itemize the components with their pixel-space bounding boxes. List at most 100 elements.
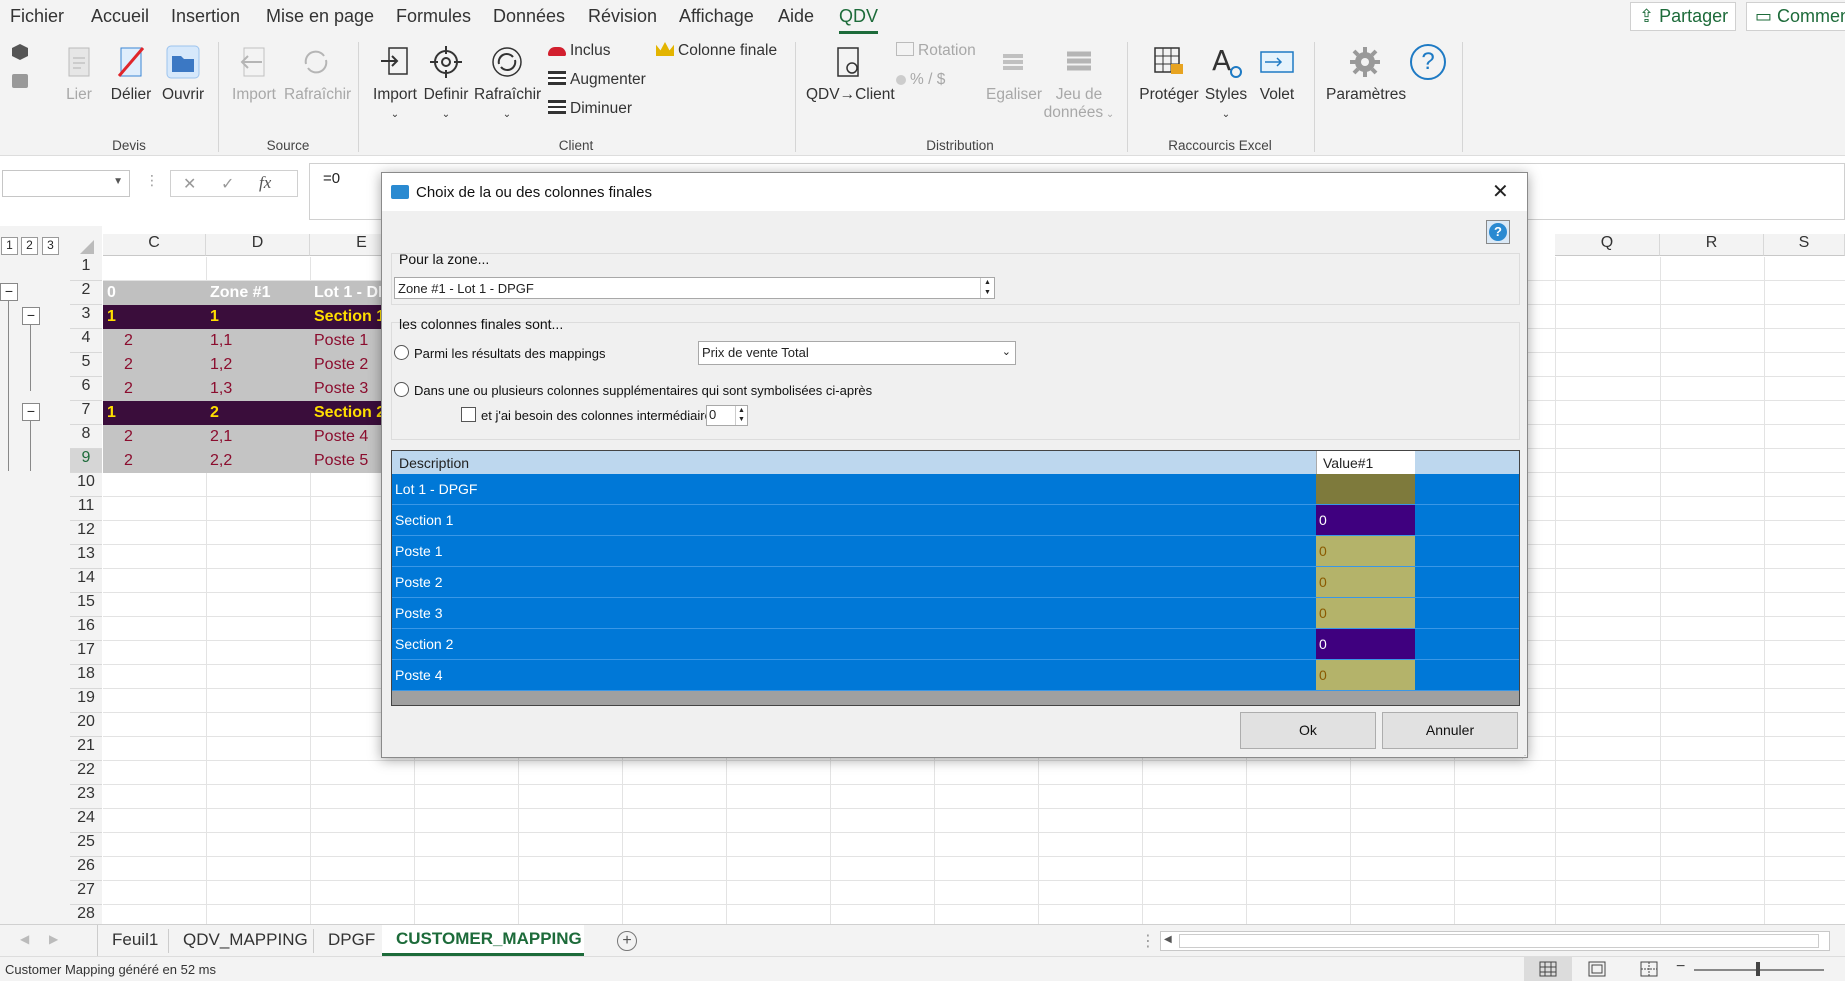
collapse-group-button[interactable]: − [22, 403, 40, 421]
menu-accueil[interactable]: Accueil [91, 6, 149, 27]
page-break-icon[interactable] [1640, 961, 1658, 977]
menu-insertion[interactable]: Insertion [171, 6, 240, 27]
mapping-column-select[interactable]: Prix de vente Total ⌄ [698, 341, 1016, 365]
row-header[interactable]: 9 [70, 449, 102, 473]
client-import-button[interactable]: Import ⌄ [370, 44, 420, 122]
dialog-help-button[interactable]: ? [1486, 220, 1510, 244]
cell-c[interactable]: 1 [103, 305, 203, 329]
tab-feuil1[interactable]: Feuil1 [112, 930, 158, 950]
row-value[interactable]: 0 [1316, 598, 1415, 628]
diminuer-button[interactable]: Diminuer [548, 100, 632, 118]
cell-d[interactable]: 1,1 [206, 329, 306, 353]
tab-next-icon[interactable]: ▶ [49, 932, 58, 946]
column-header-c[interactable]: C [103, 234, 206, 256]
styles-button[interactable]: A Styles ⌄ [1204, 44, 1248, 122]
cancel-formula-button[interactable]: ✕ [183, 174, 196, 194]
cell-c[interactable]: 2 [120, 449, 220, 473]
resize-grip-icon[interactable]: ⋰ [1521, 751, 1529, 760]
outline-level-1-button[interactable]: 1 [1, 237, 18, 255]
add-sheet-button[interactable]: + [617, 931, 637, 951]
cell-e[interactable]: Poste 2 [310, 353, 381, 377]
row-header[interactable]: 19 [70, 689, 102, 713]
row-header[interactable]: 22 [70, 761, 102, 785]
colonne-finale-button[interactable]: Colonne finale [656, 42, 777, 60]
row-header[interactable]: 12 [70, 521, 102, 545]
row-header[interactable]: 10 [70, 473, 102, 497]
menu-donnees[interactable]: Données [493, 6, 565, 27]
source-import-button[interactable]: Import [231, 44, 277, 104]
row-header[interactable]: 15 [70, 593, 102, 617]
outline-level-3-button[interactable]: 3 [42, 237, 59, 255]
egaliser-button[interactable]: Egaliser [986, 44, 1042, 104]
collapse-group-button[interactable]: − [0, 283, 18, 301]
parametres-button[interactable]: Paramètres [1326, 44, 1406, 104]
menu-formules[interactable]: Formules [396, 6, 471, 27]
row-header[interactable]: 2 [70, 281, 102, 305]
row-header[interactable]: 16 [70, 617, 102, 641]
table-row[interactable]: Section 1 0 [392, 505, 1519, 536]
row-header[interactable]: 6 [70, 377, 102, 401]
comments-button[interactable]: ▭ Commen [1746, 2, 1845, 31]
row-header[interactable]: 11 [70, 497, 102, 521]
cell-e[interactable]: Poste 3 [310, 377, 381, 401]
row-header[interactable]: 27 [70, 881, 102, 905]
tab-prev-icon[interactable]: ◀ [20, 932, 29, 946]
menu-mise-en-page[interactable]: Mise en page [266, 6, 374, 27]
row-header[interactable]: 18 [70, 665, 102, 689]
table-row[interactable]: Section 2 0 [392, 629, 1519, 660]
rotation-button[interactable]: Rotation [896, 42, 976, 60]
cell-e[interactable]: Section 1 [310, 305, 381, 329]
row-header[interactable]: 8 [70, 425, 102, 449]
confirm-formula-button[interactable]: ✓ [221, 174, 234, 194]
cell-e[interactable]: Poste 1 [310, 329, 381, 353]
page-layout-icon[interactable] [1588, 961, 1606, 977]
outline-level-2-button[interactable]: 2 [21, 237, 38, 255]
scroll-left-icon[interactable]: ◀ [1164, 934, 1172, 945]
row-header[interactable]: 24 [70, 809, 102, 833]
name-box[interactable]: ▼ [2, 170, 130, 197]
extra-columns-radio[interactable] [394, 382, 409, 397]
row-header[interactable]: 5 [70, 353, 102, 377]
close-button[interactable]: ✕ [1492, 179, 1509, 204]
row-value[interactable]: 0 [1316, 629, 1415, 659]
row-header[interactable]: 21 [70, 737, 102, 761]
table-row[interactable]: Poste 3 0 [392, 598, 1519, 629]
spinner-arrows-icon[interactable]: ▲ ▼ [735, 406, 747, 425]
cell-d[interactable]: 1,3 [206, 377, 306, 401]
cell-d[interactable]: 2,1 [206, 425, 306, 449]
cell-e[interactable]: Section 2 [310, 401, 381, 425]
normal-view-button[interactable] [1524, 957, 1572, 981]
inclus-button[interactable]: Inclus [548, 42, 611, 60]
row-value[interactable]: 0 [1316, 536, 1415, 566]
plugin-icon[interactable] [12, 74, 28, 88]
column-header-r[interactable]: R [1660, 234, 1764, 256]
client-refresh-button[interactable]: Rafraîchir ⌄ [474, 44, 541, 122]
insert-function-button[interactable]: fx [259, 173, 271, 193]
table-row[interactable]: Poste 4 0 [392, 660, 1519, 691]
collapse-group-button[interactable]: − [22, 307, 40, 325]
cell-c[interactable]: 2 [120, 329, 220, 353]
proteger-button[interactable]: Protéger [1138, 44, 1200, 104]
delier-button[interactable]: Délier [108, 44, 154, 104]
select-all-corner[interactable] [80, 240, 94, 254]
cell-c[interactable]: 2 [120, 425, 220, 449]
cancel-button[interactable]: Annuler [1382, 712, 1518, 749]
row-value[interactable] [1316, 474, 1415, 504]
menu-aide[interactable]: Aide [778, 6, 814, 27]
row-header[interactable]: 20 [70, 713, 102, 737]
cell-e[interactable]: Poste 5 [310, 449, 381, 473]
tab-customer-mapping[interactable]: CUSTOMER_MAPPING [382, 925, 584, 956]
scrollbar-thumb[interactable] [1179, 934, 1819, 948]
intermediate-columns-checkbox[interactable] [461, 407, 476, 422]
zone-select[interactable]: Zone #1 - Lot 1 - DPGF ▲ ▼ [394, 277, 995, 299]
source-refresh-button[interactable]: Rafraîchir [284, 44, 351, 104]
table-row[interactable]: Lot 1 - DPGF [392, 474, 1519, 505]
cube-icon[interactable] [12, 44, 28, 60]
menu-revision[interactable]: Révision [588, 6, 657, 27]
cell-e[interactable]: Poste 4 [310, 425, 381, 449]
row-header[interactable]: 4 [70, 329, 102, 353]
cell-c[interactable]: 2 [120, 377, 220, 401]
row-value[interactable]: 0 [1316, 505, 1415, 535]
percent-button[interactable]: % / $ [896, 71, 945, 89]
table-row[interactable]: Poste 2 0 [392, 567, 1519, 598]
